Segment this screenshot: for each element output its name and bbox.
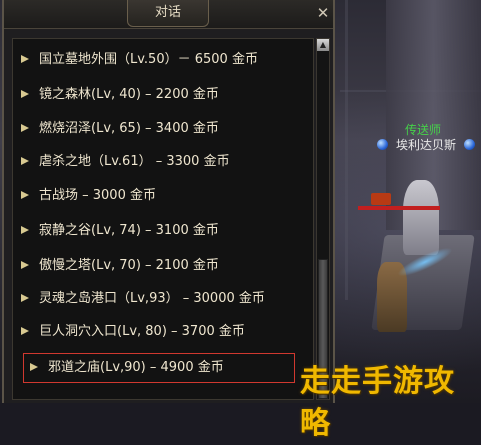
list-item[interactable]: 国立墓地外围（Lv.50）－ 6500 金币 bbox=[21, 45, 311, 75]
arrow-icon bbox=[21, 260, 29, 269]
list-item[interactable]: 虐杀之地（Lv.61） – 3300 金币 bbox=[21, 147, 311, 177]
list-item-label: 邪道之庙(Lv,90) – 4900 金币 bbox=[48, 360, 224, 375]
npc-health-bar bbox=[358, 206, 440, 210]
dialog-title: 对话 bbox=[127, 0, 209, 27]
wall-line bbox=[345, 0, 348, 300]
teleport-destination-list: 国立墓地外围（Lv.50）－ 6500 金币 镜之森林(Lv, 40) – 22… bbox=[12, 38, 314, 400]
list-item[interactable]: 傲慢之塔(Lv, 70) – 2100 金币 bbox=[21, 251, 311, 281]
npc-name[interactable]: 埃利达贝斯 bbox=[396, 136, 456, 153]
arrow-icon bbox=[21, 293, 29, 302]
arrow-icon bbox=[21, 326, 29, 335]
list-item-label: 巨人洞穴入口(Lv, 80) – 3700 金币 bbox=[39, 324, 245, 339]
list-item-label: 国立墓地外围（Lv.50）－ 6500 金币 bbox=[39, 52, 258, 67]
list-item-label: 傲慢之塔(Lv, 70) – 2100 金币 bbox=[39, 258, 219, 273]
list-item-label: 古战场 – 3000 金币 bbox=[39, 188, 156, 203]
list-item[interactable]: 灵魂之岛港口（Lv,93） – 30000 金币 bbox=[21, 284, 311, 314]
list-item[interactable]: 寂静之谷(Lv, 74) – 3100 金币 bbox=[21, 216, 311, 246]
npc-statue[interactable] bbox=[403, 180, 439, 255]
list-item-label: 燃烧沼泽(Lv, 65) – 3400 金币 bbox=[39, 121, 219, 136]
list-item[interactable]: 燃烧沼泽(Lv, 65) – 3400 金币 bbox=[21, 114, 311, 144]
watermark-text: 走走手游攻略 bbox=[300, 364, 455, 441]
list-item-label: 虐杀之地（Lv.61） – 3300 金币 bbox=[39, 154, 230, 169]
orb-left-icon bbox=[377, 139, 388, 150]
dialog-window: 对话 ✕ 国立墓地外围（Lv.50）－ 6500 金币 镜之森林(Lv, 40)… bbox=[2, 0, 335, 403]
arrow-icon bbox=[21, 89, 29, 98]
arrow-icon bbox=[21, 54, 29, 63]
list-scrollbar[interactable]: ▲ bbox=[316, 38, 330, 400]
list-item-selected[interactable]: 邪道之庙(Lv,90) – 4900 金币 bbox=[23, 353, 295, 383]
orb-right-icon bbox=[464, 139, 475, 150]
scroll-up-button[interactable]: ▲ bbox=[317, 39, 329, 51]
list-item-label: 灵魂之岛港口（Lv,93） – 30000 金币 bbox=[39, 291, 265, 306]
guild-flag-icon bbox=[371, 193, 391, 205]
list-item[interactable]: 巨人洞穴入口(Lv, 80) – 3700 金币 bbox=[21, 317, 311, 347]
arrow-icon bbox=[21, 225, 29, 234]
arrow-icon bbox=[21, 156, 29, 165]
dialog-titlebar[interactable]: 对话 ✕ bbox=[4, 0, 333, 29]
arrow-icon bbox=[30, 362, 38, 371]
list-item[interactable]: 古战场 – 3000 金币 bbox=[21, 181, 311, 211]
close-button[interactable]: ✕ bbox=[315, 5, 331, 21]
arrow-icon bbox=[21, 123, 29, 132]
list-item-label: 镜之森林(Lv, 40) – 2200 金币 bbox=[39, 87, 219, 102]
list-item-label: 寂静之谷(Lv, 74) – 3100 金币 bbox=[39, 223, 219, 238]
list-item[interactable]: 镜之森林(Lv, 40) – 2200 金币 bbox=[21, 80, 311, 110]
arrow-icon bbox=[21, 190, 29, 199]
